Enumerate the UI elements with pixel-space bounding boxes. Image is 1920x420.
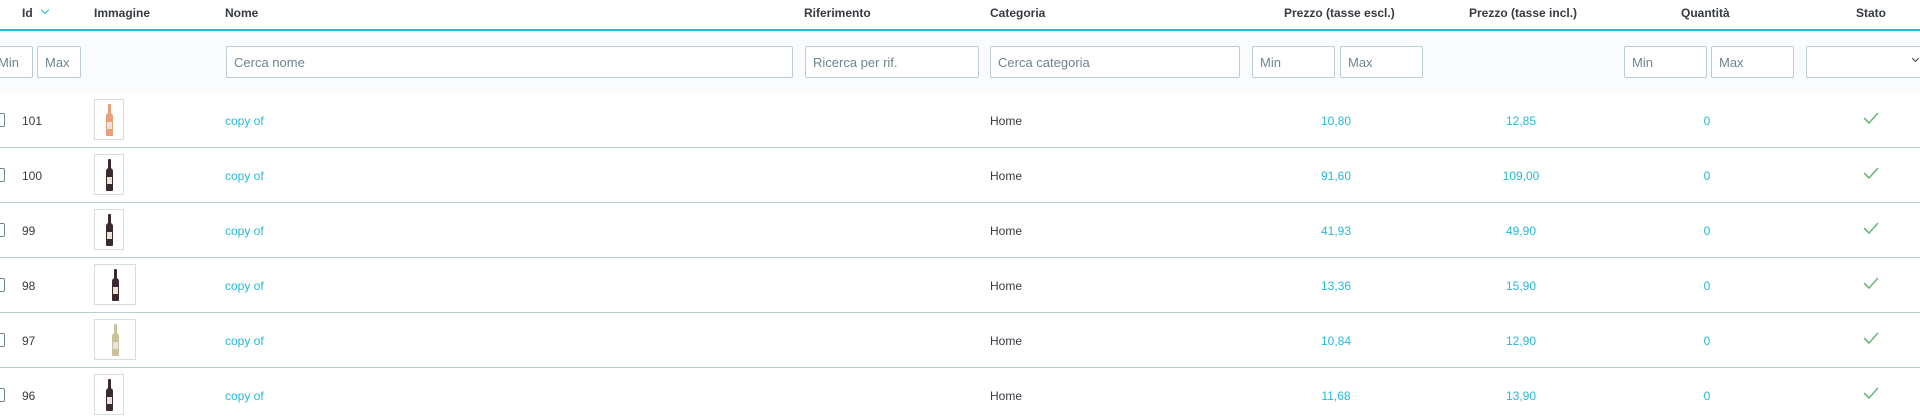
row-checkbox[interactable] xyxy=(0,388,5,402)
cell-price-incl[interactable]: 15,90 xyxy=(1481,279,1561,293)
product-thumbnail[interactable] xyxy=(94,209,124,250)
product-name-link[interactable]: copy of xyxy=(225,169,264,183)
cell-price-excl[interactable]: 10,84 xyxy=(1296,334,1376,348)
filter-row xyxy=(0,31,1920,93)
row-checkbox[interactable] xyxy=(0,223,5,237)
id-min-input[interactable] xyxy=(0,46,33,78)
cell-price-excl[interactable]: 91,60 xyxy=(1296,169,1376,183)
cell-category: Home xyxy=(990,114,1023,128)
product-thumbnail[interactable] xyxy=(94,319,136,360)
cell-id: 99 xyxy=(22,224,36,238)
check-icon[interactable] xyxy=(1863,110,1879,126)
row-checkbox[interactable] xyxy=(0,333,5,347)
price-max-input[interactable] xyxy=(1340,46,1423,78)
product-name-link[interactable]: copy of xyxy=(225,114,264,128)
cell-id: 100 xyxy=(22,169,43,183)
product-thumbnail[interactable] xyxy=(94,99,124,140)
table-row[interactable]: 96 copy of Home 11,68 13,90 0 xyxy=(0,368,1920,420)
row-checkbox[interactable] xyxy=(0,113,5,127)
wine-bottle-icon xyxy=(105,159,113,191)
wine-bottle-icon xyxy=(105,104,113,136)
cell-quantity[interactable]: 0 xyxy=(1667,114,1747,128)
cell-id: 98 xyxy=(22,279,36,293)
reference-search-input[interactable] xyxy=(805,46,979,78)
cell-price-incl[interactable]: 49,90 xyxy=(1481,224,1561,238)
column-header-quantity[interactable]: Quantità xyxy=(1681,6,1730,20)
cell-category: Home xyxy=(990,169,1023,183)
category-search-input[interactable] xyxy=(990,46,1240,78)
chevron-down-icon[interactable] xyxy=(40,5,50,15)
cell-price-incl[interactable]: 13,90 xyxy=(1481,389,1561,403)
column-header-price-incl[interactable]: Prezzo (tasse incl.) xyxy=(1469,6,1577,20)
column-header-category[interactable]: Categoria xyxy=(990,6,1045,20)
product-name-link[interactable]: copy of xyxy=(225,334,264,348)
product-thumbnail[interactable] xyxy=(94,374,124,415)
table-row[interactable]: 100 copy of Home 91,60 109,00 0 xyxy=(0,148,1920,203)
wine-bottle-icon xyxy=(105,379,113,411)
table-row[interactable]: 101 copy of Home 10,80 12,85 0 xyxy=(0,93,1920,148)
product-thumbnail[interactable] xyxy=(94,154,124,195)
wine-bottle-icon xyxy=(111,269,119,301)
cell-price-excl[interactable]: 41,93 xyxy=(1296,224,1376,238)
wine-bottle-icon xyxy=(111,324,119,356)
check-icon[interactable] xyxy=(1863,275,1879,291)
wine-bottle-icon xyxy=(105,214,113,246)
column-header-name[interactable]: Nome xyxy=(225,6,258,20)
cell-price-incl[interactable]: 12,85 xyxy=(1481,114,1561,128)
cell-price-incl[interactable]: 109,00 xyxy=(1481,169,1561,183)
cell-price-excl[interactable]: 10,80 xyxy=(1296,114,1376,128)
check-icon[interactable] xyxy=(1863,330,1879,346)
product-name-link[interactable]: copy of xyxy=(225,389,264,403)
cell-category: Home xyxy=(990,279,1023,293)
table-row[interactable]: 99 copy of Home 41,93 49,90 0 xyxy=(0,203,1920,258)
cell-category: Home xyxy=(990,334,1023,348)
check-icon[interactable] xyxy=(1863,220,1879,236)
quantity-min-input[interactable] xyxy=(1624,46,1707,78)
check-icon[interactable] xyxy=(1863,385,1879,401)
product-thumbnail[interactable] xyxy=(94,264,136,305)
column-header-id[interactable]: Id xyxy=(22,6,33,20)
product-name-link[interactable]: copy of xyxy=(225,279,264,293)
check-icon[interactable] xyxy=(1863,165,1879,181)
product-name-link[interactable]: copy of xyxy=(225,224,264,238)
cell-price-excl[interactable]: 13,36 xyxy=(1296,279,1376,293)
table-row[interactable]: 97 copy of Home 10,84 12,90 0 xyxy=(0,313,1920,368)
name-search-input[interactable] xyxy=(226,46,793,78)
table-header: Id Immagine Nome Riferimento Categoria P… xyxy=(0,0,1920,31)
cell-quantity[interactable]: 0 xyxy=(1667,279,1747,293)
cell-category: Home xyxy=(990,224,1023,238)
table-row[interactable]: 98 copy of Home 13,36 15,90 0 xyxy=(0,258,1920,313)
cell-id: 97 xyxy=(22,334,36,348)
cell-price-incl[interactable]: 12,90 xyxy=(1481,334,1561,348)
id-max-input[interactable] xyxy=(37,46,81,78)
cell-quantity[interactable]: 0 xyxy=(1667,389,1747,403)
column-header-price-excl[interactable]: Prezzo (tasse escl.) xyxy=(1284,6,1395,20)
cell-quantity[interactable]: 0 xyxy=(1667,334,1747,348)
product-table: Id Immagine Nome Riferimento Categoria P… xyxy=(0,0,1920,420)
cell-price-excl[interactable]: 11,68 xyxy=(1296,389,1376,403)
column-header-image: Immagine xyxy=(94,6,151,20)
column-header-status[interactable]: Stato xyxy=(1856,6,1886,20)
column-header-reference[interactable]: Riferimento xyxy=(804,6,871,20)
status-select[interactable] xyxy=(1806,46,1920,78)
row-checkbox[interactable] xyxy=(0,168,5,182)
cell-id: 101 xyxy=(22,114,43,128)
price-min-input[interactable] xyxy=(1252,46,1335,78)
cell-quantity[interactable]: 0 xyxy=(1667,169,1747,183)
cell-category: Home xyxy=(990,389,1023,403)
cell-quantity[interactable]: 0 xyxy=(1667,224,1747,238)
quantity-max-input[interactable] xyxy=(1711,46,1794,78)
row-checkbox[interactable] xyxy=(0,278,5,292)
cell-id: 96 xyxy=(22,389,36,403)
